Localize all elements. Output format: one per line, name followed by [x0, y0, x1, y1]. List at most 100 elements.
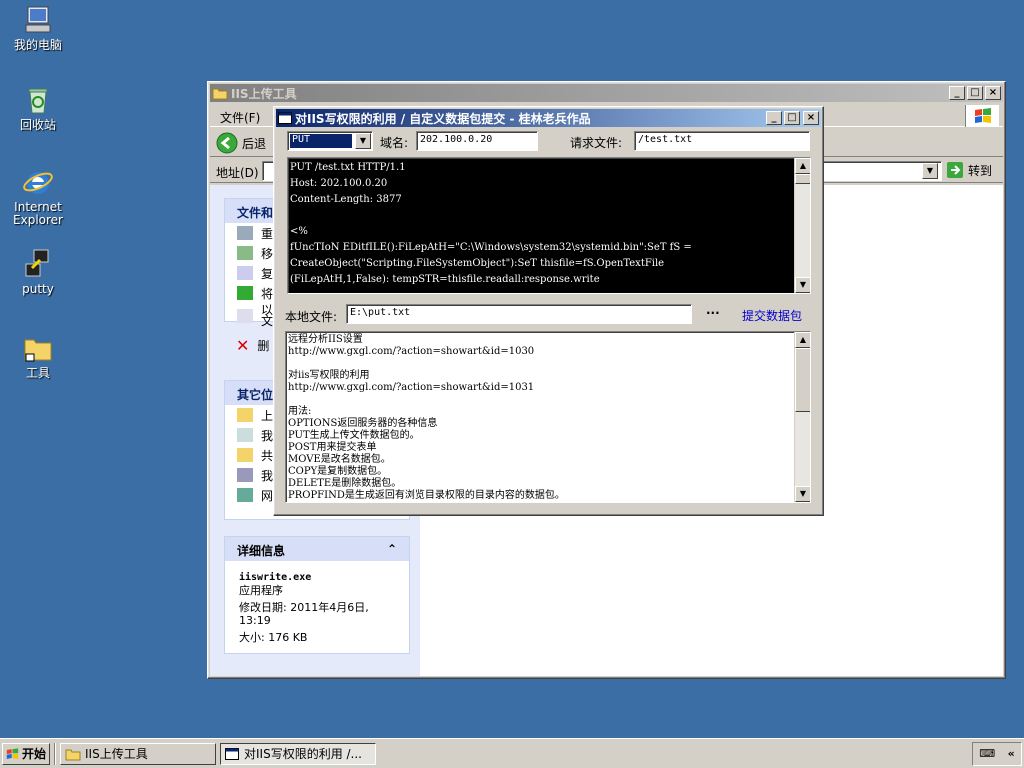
scroll-thumb[interactable]: [795, 348, 810, 412]
menu-file[interactable]: 文件(F): [220, 109, 260, 126]
browse-button[interactable]: ···: [706, 306, 720, 320]
desktop-icon-label: putty: [22, 282, 54, 296]
method-value: PUT: [290, 134, 352, 148]
local-file-input[interactable]: E:\put.txt: [346, 304, 692, 324]
request-text: PUT /test.txt HTTP/1.1 Host: 202.100.0.20…: [290, 160, 790, 288]
text-line: fUncTIoN EDitfILE():FiLepAtH="C:\Windows…: [290, 242, 692, 253]
text-line: <%: [290, 226, 308, 237]
move-icon: [237, 246, 253, 260]
details-filename: iiswrite.exe: [239, 572, 312, 583]
details-size: 大小: 176 KB: [239, 631, 308, 644]
maximize-button[interactable]: □: [967, 86, 983, 100]
details-modified: 修改日期: 2011年4月6日,: [239, 601, 369, 614]
go-arrow-icon: [947, 162, 963, 178]
explorer-titlebar[interactable]: IIS上传工具 _ □ ×: [210, 84, 1003, 102]
collapse-chevron-icon[interactable]: ⌃: [387, 542, 397, 556]
text-line: MOVE是改名数据包。: [288, 454, 391, 465]
desktop-icon-recycle-bin[interactable]: 回收站: [0, 84, 76, 132]
taskbar-separator: [54, 742, 56, 765]
back-button[interactable]: 后退: [216, 132, 266, 154]
dialog-titlebar[interactable]: 对IIS写权限的利用 / 自定义数据包提交 - 桂林老兵作品 _ □ ×: [276, 109, 821, 127]
desktop-icon-putty[interactable]: putty: [0, 248, 76, 296]
putty-icon: [25, 249, 49, 277]
text-line: PUT生成上传文件数据包的。: [288, 430, 420, 441]
delete-row[interactable]: ✕ 删: [236, 336, 269, 355]
domain-label: 域名:: [380, 136, 409, 150]
text-line: POST用来提交表单: [288, 442, 377, 453]
window-title: IIS上传工具: [231, 86, 297, 101]
request-file-input[interactable]: /test.txt: [634, 131, 810, 151]
minimize-button[interactable]: _: [766, 111, 782, 125]
folder-icon: [65, 749, 81, 760]
address-label: 地址(D): [216, 166, 259, 180]
scroll-up-button[interactable]: ▲: [795, 158, 810, 174]
text-line: 对iis写权限的利用: [288, 370, 370, 381]
method-select[interactable]: PUT ▼: [287, 131, 373, 151]
start-button[interactable]: 开始: [2, 742, 50, 765]
go-button[interactable]: 转到: [946, 161, 992, 179]
text-line: (FiLepAtH,1,False): tempSTR=thisfile.rea…: [290, 274, 600, 285]
windows-logo-icon: [965, 105, 999, 127]
app-window-icon: [225, 747, 239, 760]
scroll-down-button[interactable]: ▼: [795, 277, 810, 293]
method-dropdown-button[interactable]: ▼: [355, 133, 371, 149]
taskbar-item-explorer[interactable]: IIS上传工具: [60, 742, 216, 765]
maximize-button[interactable]: □: [784, 111, 800, 125]
output-textarea[interactable]: 远程分析IIS设置 http://www.gxgl.com/?action=sho…: [285, 331, 811, 503]
folder-icon: [24, 339, 52, 362]
request-editor[interactable]: PUT /test.txt HTTP/1.1 Host: 202.100.0.20…: [287, 157, 811, 294]
domain-input[interactable]: 202.100.0.20: [416, 131, 538, 151]
minimize-button[interactable]: _: [949, 86, 965, 100]
request-file-label: 请求文件:: [570, 136, 623, 150]
text-line: COPY是复制数据包。: [288, 466, 388, 477]
desktop-icon-label: 工具: [25, 366, 50, 380]
scroll-down-button[interactable]: ▼: [795, 486, 810, 502]
close-button[interactable]: ×: [985, 86, 1001, 100]
rename-icon: [237, 226, 253, 240]
text-line: 远程分析IIS设置: [288, 334, 363, 345]
desktop-icon-ie[interactable]: Internet Explorer: [0, 166, 76, 227]
back-arrow-icon: [216, 132, 238, 154]
address-dropdown-button[interactable]: ▼: [922, 163, 938, 179]
text-line: DELETE是删除数据包。: [288, 478, 402, 489]
windows-logo-icon: [6, 747, 19, 759]
text-line: [288, 394, 788, 406]
request-scrollbar[interactable]: ▲ ▼: [794, 158, 810, 293]
close-button[interactable]: ×: [803, 111, 819, 125]
iis-dialog-window[interactable]: 对IIS写权限的利用 / 自定义数据包提交 - 桂林老兵作品 _ □ × PUT…: [273, 106, 824, 516]
desktop-icon-label: 我的电脑: [13, 38, 62, 52]
email-icon: [237, 309, 253, 323]
text-line: [288, 358, 788, 370]
system-tray: ⌨ «: [972, 741, 1022, 766]
internet-explorer-icon: [23, 172, 53, 194]
details-filetype: 应用程序: [239, 584, 283, 597]
computer-icon: [237, 468, 253, 482]
text-line: PUT /test.txt HTTP/1.1: [290, 162, 406, 173]
start-label: 开始: [21, 747, 46, 761]
computer-icon: [25, 6, 51, 33]
delete-icon: ✕: [236, 336, 250, 355]
desktop-icon-tools-folder[interactable]: 工具: [0, 332, 76, 380]
panel-header[interactable]: 详细信息 ⌃: [225, 537, 409, 561]
network-icon: [237, 488, 253, 502]
copy-icon: [237, 266, 253, 280]
text-line: 用法:: [288, 406, 312, 417]
taskbar-item-dialog[interactable]: 对IIS写权限的利用 /...: [220, 742, 376, 765]
submit-packet-button[interactable]: 提交数据包: [742, 307, 802, 324]
text-line: Host: 202.100.0.20: [290, 178, 388, 189]
output-scrollbar[interactable]: ▲ ▼: [794, 332, 810, 502]
text-line: PROPFIND是生成返回有浏览目录权限的目录内容的数据包。: [288, 490, 565, 501]
scroll-thumb[interactable]: [795, 174, 810, 184]
chevron-left-icon[interactable]: «: [1008, 747, 1015, 760]
dialog-title: 对IIS写权限的利用 / 自定义数据包提交 - 桂林老兵作品: [295, 111, 591, 126]
recycle-bin-icon: [28, 88, 48, 114]
taskbar: 开始 IIS上传工具 对IIS写权限的利用 /... ⌨ «: [0, 738, 1024, 768]
scroll-up-button[interactable]: ▲: [795, 332, 810, 348]
desktop-icon-my-computer[interactable]: 我的电脑: [0, 4, 76, 52]
details-body: iiswrite.exe 应用程序 修改日期: 2011年4月6日, 13:19…: [225, 561, 409, 654]
folder-icon: [237, 408, 253, 422]
keyboard-icon[interactable]: ⌨: [979, 747, 995, 760]
publish-icon: [237, 286, 253, 300]
local-file-label: 本地文件:: [285, 310, 338, 324]
documents-icon: [237, 428, 253, 442]
